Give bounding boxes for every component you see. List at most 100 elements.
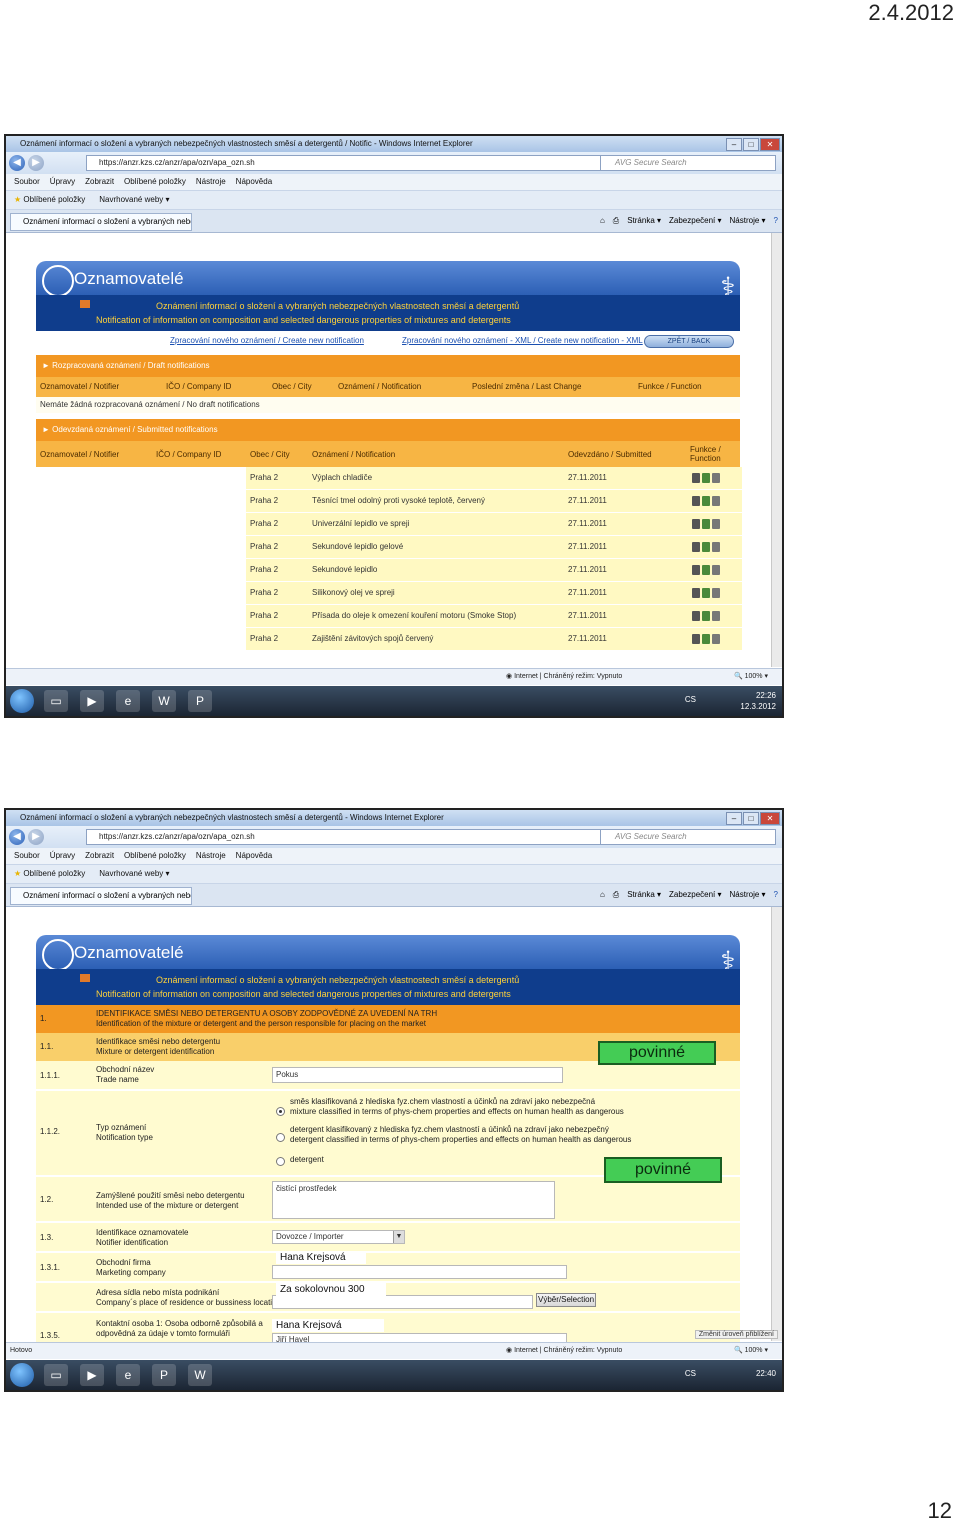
document-icon[interactable] [692, 611, 700, 621]
menu-help[interactable]: Nápověda [236, 848, 272, 864]
forward-arrow-icon[interactable]: ▶ [28, 829, 44, 845]
chevron-down-icon[interactable]: ▼ [393, 1231, 404, 1243]
print-icon[interactable] [712, 542, 720, 552]
copy-icon[interactable] [702, 611, 710, 621]
browser-tab[interactable]: Oznámení informací o složení a vybraných… [10, 213, 192, 231]
search-input[interactable]: AVG Secure Search [600, 155, 776, 171]
url-input[interactable]: https://anzr.kzs.cz/anzr/apa/ozn/apa_ozn… [86, 829, 620, 845]
powerpoint-icon[interactable]: P [152, 1364, 176, 1386]
media-player-icon[interactable]: ▶ [80, 690, 104, 712]
clock-time[interactable]: 22:26 [740, 690, 776, 701]
favorites-button[interactable]: ★ Oblíbené položky [14, 865, 85, 883]
maximize-button[interactable]: □ [743, 138, 759, 151]
word-icon[interactable]: W [152, 690, 176, 712]
maximize-button[interactable]: □ [743, 812, 759, 825]
print-icon[interactable] [712, 519, 720, 529]
safety-menu[interactable]: Zabezpečení ▾ [669, 214, 722, 228]
notifier-type-select[interactable]: Dovozce / Importer ▼ [272, 1230, 405, 1244]
close-button[interactable]: ✕ [760, 138, 780, 151]
menu-edit[interactable]: Úpravy [50, 174, 75, 190]
help-icon[interactable]: ? [774, 214, 778, 228]
menu-favorites[interactable]: Oblíbené položky [124, 848, 186, 864]
vertical-scrollbar[interactable] [771, 907, 782, 1341]
menu-view[interactable]: Zobrazit [85, 848, 114, 864]
zoom-level[interactable]: 🔍 100% ▾ [734, 669, 768, 685]
print-icon[interactable] [712, 565, 720, 575]
internet-explorer-icon[interactable]: e [116, 690, 140, 712]
menu-help[interactable]: Nápověda [236, 174, 272, 190]
word-icon[interactable]: W [188, 1364, 212, 1386]
selection-button[interactable]: Výběr/Selection [536, 1293, 596, 1307]
page-menu[interactable]: Stránka ▾ [627, 214, 661, 228]
menu-view[interactable]: Zobrazit [85, 174, 114, 190]
document-icon[interactable] [692, 634, 700, 644]
print-icon[interactable] [712, 496, 720, 506]
help-icon[interactable]: ? [774, 888, 778, 902]
copy-icon[interactable] [702, 565, 710, 575]
powerpoint-icon[interactable]: P [188, 690, 212, 712]
marketing-company-input[interactable] [272, 1265, 567, 1279]
create-notification-xml-link[interactable]: Zpracování nového oznámení - XML / Creat… [402, 336, 643, 345]
home-icon[interactable]: ⌂ [600, 888, 605, 902]
start-button[interactable] [10, 1363, 34, 1387]
suggested-sites[interactable]: Navrhované weby ▾ [99, 191, 169, 209]
intended-use-textarea[interactable]: čistící prostředek [272, 1181, 555, 1219]
internet-explorer-icon[interactable]: e [116, 1364, 140, 1386]
radio-detergent-dangerous[interactable] [276, 1133, 285, 1142]
print-icon[interactable] [712, 634, 720, 644]
print-icon[interactable]: ⎙ [613, 214, 619, 228]
create-notification-link[interactable]: Zpracování nového oznámení / Create new … [170, 336, 364, 345]
explorer-icon[interactable]: ▭ [44, 690, 68, 712]
document-icon[interactable] [692, 496, 700, 506]
search-input[interactable]: AVG Secure Search [600, 829, 776, 845]
browser-tab[interactable]: Oznámení informací o složení a vybraných… [10, 887, 192, 905]
document-icon[interactable] [692, 565, 700, 575]
menu-edit[interactable]: Úpravy [50, 848, 75, 864]
radio-detergent[interactable] [276, 1157, 285, 1166]
language-indicator[interactable]: CS [685, 694, 696, 705]
minimize-button[interactable]: – [726, 138, 742, 151]
language-indicator[interactable]: CS [685, 1368, 696, 1379]
menu-favorites[interactable]: Oblíbené položky [124, 174, 186, 190]
zoom-level[interactable]: 🔍 100% ▾ [734, 1343, 768, 1359]
copy-icon[interactable] [702, 496, 710, 506]
print-icon[interactable]: ⎙ [613, 888, 619, 902]
copy-icon[interactable] [702, 473, 710, 483]
radio-mixture[interactable] [276, 1107, 285, 1116]
address-input[interactable] [272, 1295, 533, 1309]
back-button[interactable]: ZPĚT / BACK [644, 335, 734, 348]
copy-icon[interactable] [702, 588, 710, 598]
menu-file[interactable]: Soubor [14, 174, 40, 190]
home-icon[interactable]: ⌂ [600, 214, 605, 228]
favorites-button[interactable]: ★ Oblíbené položky [14, 191, 85, 209]
document-icon[interactable] [692, 588, 700, 598]
media-player-icon[interactable]: ▶ [80, 1364, 104, 1386]
menu-tools[interactable]: Nástroje [196, 174, 226, 190]
vertical-scrollbar[interactable] [771, 233, 782, 667]
print-icon[interactable] [712, 473, 720, 483]
trade-name-input[interactable]: Pokus [272, 1067, 563, 1083]
menu-tools[interactable]: Nástroje [196, 848, 226, 864]
start-button[interactable] [10, 689, 34, 713]
close-button[interactable]: ✕ [760, 812, 780, 825]
suggested-sites[interactable]: Navrhované weby ▾ [99, 865, 169, 883]
url-input[interactable]: https://anzr.kzs.cz/anzr/apa/ozn/apa_ozn… [86, 155, 620, 171]
safety-menu[interactable]: Zabezpečení ▾ [669, 888, 722, 902]
back-arrow-icon[interactable]: ◀ [9, 829, 25, 845]
forward-arrow-icon[interactable]: ▶ [28, 155, 44, 171]
copy-icon[interactable] [702, 542, 710, 552]
page-menu[interactable]: Stránka ▾ [627, 888, 661, 902]
explorer-icon[interactable]: ▭ [44, 1364, 68, 1386]
print-icon[interactable] [712, 588, 720, 598]
minimize-button[interactable]: – [726, 812, 742, 825]
document-icon[interactable] [692, 473, 700, 483]
tools-menu[interactable]: Nástroje ▾ [730, 214, 766, 228]
back-arrow-icon[interactable]: ◀ [9, 155, 25, 171]
clock-time[interactable]: 22:40 [756, 1368, 776, 1379]
document-icon[interactable] [692, 542, 700, 552]
tools-menu[interactable]: Nástroje ▾ [730, 888, 766, 902]
copy-icon[interactable] [702, 634, 710, 644]
copy-icon[interactable] [702, 519, 710, 529]
print-icon[interactable] [712, 611, 720, 621]
document-icon[interactable] [692, 519, 700, 529]
